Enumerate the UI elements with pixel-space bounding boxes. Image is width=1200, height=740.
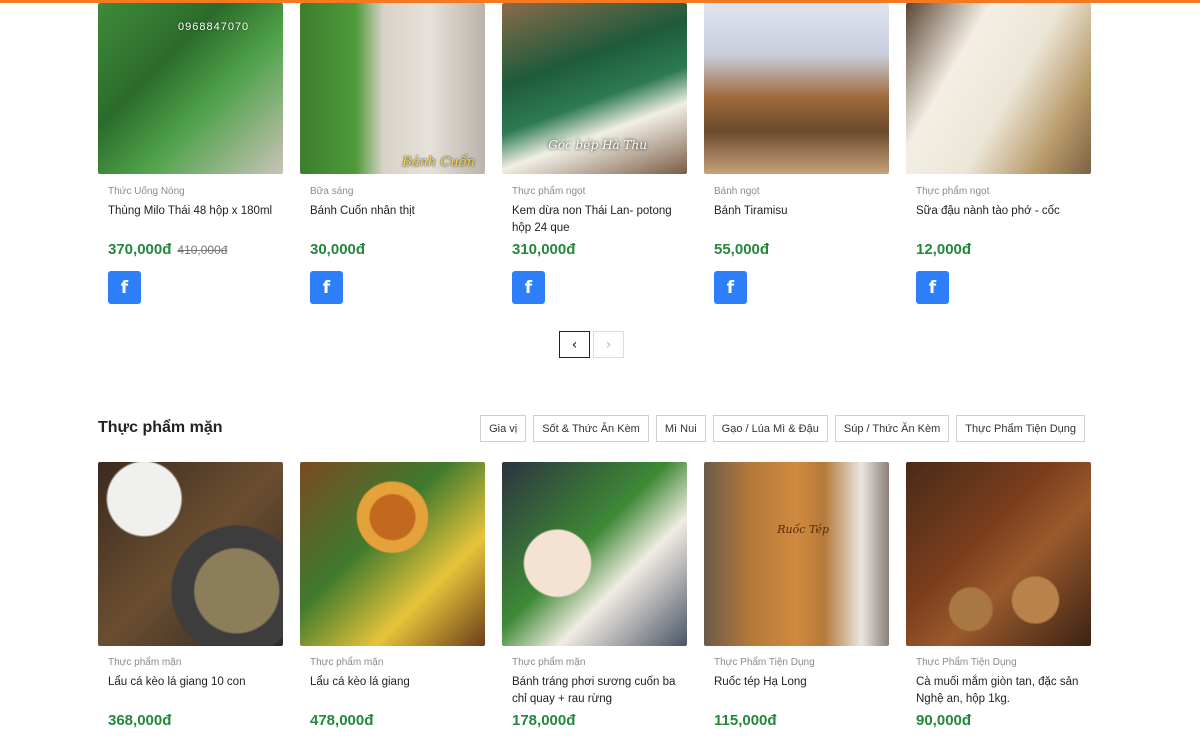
filter-tab-sup[interactable]: Súp / Thức Ăn Kèm [834,415,950,442]
facebook-share-button[interactable]: f [714,271,747,304]
product-price: 478,000đ [310,712,374,729]
product-price: 368,000đ [108,712,172,729]
product-category: Thực phẩm mặn [108,657,182,668]
product-image[interactable]: Góc bếp Hà Thu [502,3,687,174]
product-card[interactable]: Bánh ngọt Bánh Tiramisu 55,000đ f [704,3,889,304]
price-line: 12,000đ [916,241,1091,258]
product-category: Thức Uống Nóng [108,186,185,197]
product-card[interactable]: Bánh Cuốn Bữa sáng Bánh Cuốn nhân thịt 3… [300,3,485,304]
product-category: Thực phẩm mặn [512,657,586,668]
product-price: 370,000đ [108,241,172,258]
facebook-icon: f [120,277,129,298]
product-category: Thực phẩm mặn [310,657,384,668]
product-image[interactable] [704,3,889,174]
product-card[interactable]: Thực phẩm mặn Lẩu cá kèo lá giang 478,00… [300,462,485,729]
product-card[interactable]: Thực phẩm ngọt Sữa đậu nành tào phớ - cố… [906,3,1091,304]
image-caption: Bánh Cuốn [402,155,475,170]
product-name[interactable]: Ruốc tép Hạ Long [714,674,889,708]
price-line: 370,000đ 410,000đ [108,241,283,258]
next-page-button[interactable]: › [593,331,624,358]
product-name[interactable]: Cà muối mắm giòn tan, đặc sản Nghệ an, h… [916,674,1091,708]
image-label: Ruốc Tép [777,523,829,536]
price-line: 368,000đ [108,712,283,729]
product-image[interactable] [300,462,485,646]
product-category: Thực Phẩm Tiện Dụng [916,657,1017,668]
product-image[interactable]: Ruốc Tép [704,462,889,646]
filter-tab-gia-vi[interactable]: Gia vị [480,415,527,442]
product-image[interactable]: Bánh Cuốn [300,3,485,174]
product-image[interactable] [906,462,1091,646]
product-image[interactable] [98,462,283,646]
price-line: 90,000đ [916,712,1091,729]
product-name[interactable]: Sữa đậu nành tào phớ - cốc [916,203,1091,237]
product-category: Thực Phẩm Tiện Dụng [714,657,815,668]
product-category: Thực phẩm ngọt [916,186,990,197]
product-price: 178,000đ [512,712,576,729]
product-card[interactable]: Thực Phẩm Tiện Dụng Cà muối mắm giòn tan… [906,462,1091,729]
facebook-icon: f [524,277,533,298]
carousel-pagination: ‹ › [559,331,624,358]
image-watermark: Góc bếp Hà Thu [548,138,647,152]
product-card[interactable]: Thực phẩm mặn Lẩu cá kèo lá giang 10 con… [98,462,283,729]
product-image[interactable]: 0968847070 [98,3,283,174]
filter-tab-mi-nui[interactable]: Mì Nui [655,415,706,442]
section-title: Thực phẩm mặn [98,419,223,436]
product-row-savory: Thực phẩm mặn Lẩu cá kèo lá giang 10 con… [98,462,1091,729]
product-image[interactable] [906,3,1091,174]
product-card[interactable]: Góc bếp Hà Thu Thực phẩm ngọt Kem dừa no… [502,3,687,304]
product-card[interactable]: Thực phẩm mặn Bánh tráng phơi sương cuốn… [502,462,687,729]
facebook-icon: f [322,277,331,298]
prev-page-button[interactable]: ‹ [559,331,590,358]
facebook-icon: f [928,277,937,298]
product-category: Bánh ngọt [714,186,760,197]
product-name[interactable]: Bánh tráng phơi sương cuốn ba chỉ quay +… [512,674,687,708]
price-line: 310,000đ [512,241,687,258]
product-price: 310,000đ [512,241,576,258]
product-price: 90,000đ [916,712,972,729]
filter-tab-sot[interactable]: Sốt & Thức Ăn Kèm [533,415,649,442]
facebook-share-button[interactable]: f [108,271,141,304]
filter-tab-gao[interactable]: Gạo / Lúa Mì & Đậu [712,415,828,442]
product-name[interactable]: Kem dừa non Thái Lan- potong hộp 24 que [512,203,687,237]
category-filter-tabs: Gia vị Sốt & Thức Ăn Kèm Mì Nui Gạo / Lú… [480,415,1085,442]
facebook-icon: f [726,277,735,298]
product-card[interactable]: Ruốc Tép Thực Phẩm Tiện Dụng Ruốc tép Hạ… [704,462,889,729]
facebook-share-button[interactable]: f [310,271,343,304]
product-old-price: 410,000đ [177,243,228,257]
product-price: 55,000đ [714,241,770,258]
price-line: 30,000đ [310,241,485,258]
filter-tab-tien-dung[interactable]: Thực Phẩm Tiện Dụng [956,415,1085,442]
product-name[interactable]: Lẩu cá kèo lá giang 10 con [108,674,283,708]
facebook-share-button[interactable]: f [512,271,545,304]
image-watermark: 0968847070 [178,21,250,33]
product-name[interactable]: Lẩu cá kèo lá giang [310,674,485,708]
product-name[interactable]: Bánh Cuốn nhân thịt [310,203,485,237]
product-price: 30,000đ [310,241,366,258]
price-line: 55,000đ [714,241,889,258]
price-line: 178,000đ [512,712,687,729]
product-image[interactable] [502,462,687,646]
product-price: 115,000đ [714,712,777,729]
product-card[interactable]: 0968847070 Thức Uống Nóng Thùng Milo Thá… [98,3,283,304]
product-name[interactable]: Bánh Tiramisu [714,203,889,237]
facebook-share-button[interactable]: f [916,271,949,304]
product-category: Bữa sáng [310,186,354,197]
product-name[interactable]: Thùng Milo Thái 48 hộp x 180ml [108,203,283,237]
product-price: 12,000đ [916,241,972,258]
product-category: Thực phẩm ngọt [512,186,586,197]
price-line: 115,000đ [714,712,889,729]
product-row-sweets: 0968847070 Thức Uống Nóng Thùng Milo Thá… [98,3,1091,304]
price-line: 478,000đ [310,712,485,729]
